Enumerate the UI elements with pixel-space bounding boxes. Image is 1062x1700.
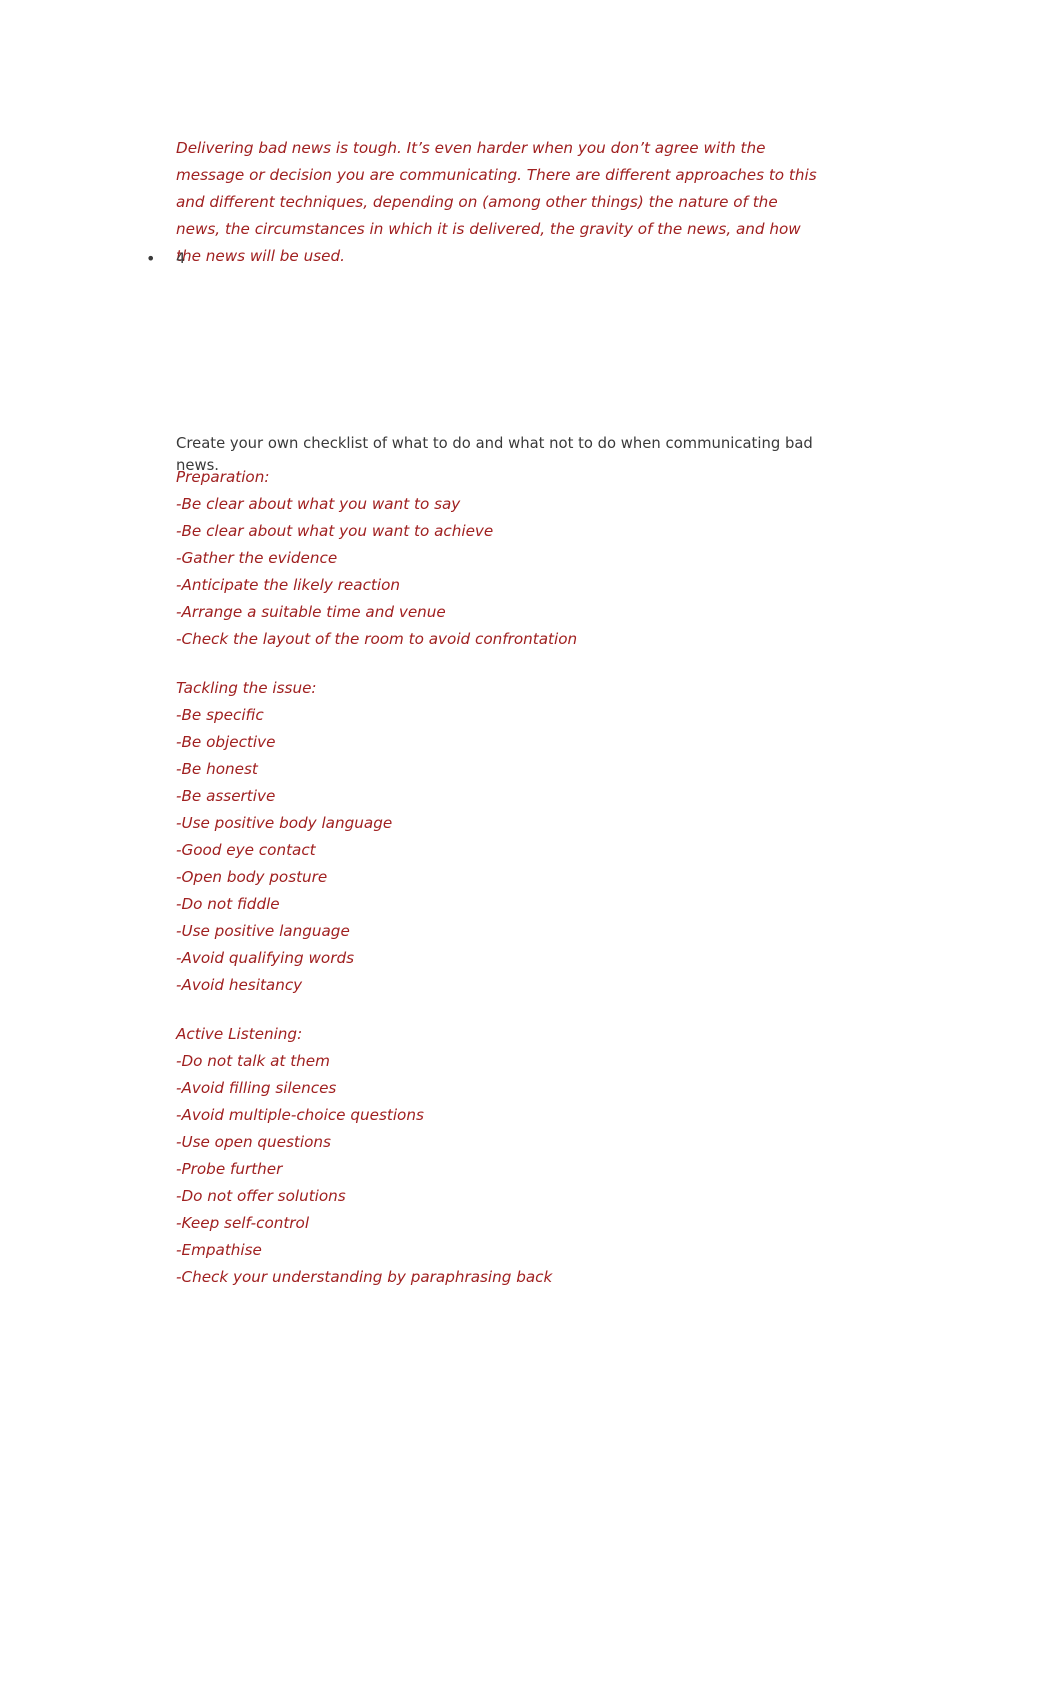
section-item: -Gather the evidence	[176, 549, 338, 567]
section-item: -Arrange a suitable time and venue	[176, 603, 446, 621]
section-item: -Be honest	[176, 760, 258, 778]
section-item: -Open body posture	[176, 868, 328, 886]
bullet-dot-icon: •	[146, 249, 156, 268]
section-item: -Use open questions	[176, 1133, 331, 1151]
section-heading: Active Listening:	[176, 1025, 303, 1043]
section-item: -Avoid filling silences	[176, 1079, 337, 1097]
section-item: -Empathise	[176, 1241, 262, 1259]
document-page: Delivering bad news is tough. It’s even …	[0, 0, 1062, 1700]
section-item: -Keep self-control	[176, 1214, 310, 1232]
checklist: Preparation: -Be clear about what you wa…	[176, 464, 856, 1291]
section-item: -Be clear about what you want to achieve	[176, 522, 494, 540]
section-item: -Do not offer solutions	[176, 1187, 346, 1205]
section-item: -Check the layout of the room to avoid c…	[176, 630, 578, 648]
section-item: -Anticipate the likely reaction	[176, 576, 401, 594]
checklist-section-tackling-the-issue: Tackling the issue: -Be specific -Be obj…	[176, 675, 856, 999]
section-item: -Avoid multiple-choice questions	[176, 1106, 424, 1124]
section-item: -Be clear about what you want to say	[176, 495, 461, 513]
section-item: -Be specific	[176, 706, 264, 724]
list-item: • 4	[146, 248, 776, 270]
section-item: -Do not talk at them	[176, 1052, 330, 1070]
bullet-list: • 4	[146, 248, 776, 270]
section-item: -Be objective	[176, 733, 276, 751]
section-item: -Check your understanding by paraphrasin…	[176, 1268, 553, 1286]
section-item: -Be assertive	[176, 787, 276, 805]
list-item-label: 4	[176, 251, 186, 267]
section-item: -Use positive language	[176, 922, 350, 940]
section-item: -Avoid hesitancy	[176, 976, 303, 994]
section-heading: Tackling the issue:	[176, 679, 317, 697]
section-item: -Do not fiddle	[176, 895, 280, 913]
checklist-section-preparation: Preparation: -Be clear about what you wa…	[176, 464, 856, 653]
section-item: -Good eye contact	[176, 841, 316, 859]
section-item: -Use positive body language	[176, 814, 393, 832]
section-item: -Probe further	[176, 1160, 283, 1178]
section-heading: Preparation:	[176, 468, 270, 486]
section-item: -Avoid qualifying words	[176, 949, 355, 967]
checklist-section-active-listening: Active Listening: -Do not talk at them -…	[176, 1021, 856, 1291]
